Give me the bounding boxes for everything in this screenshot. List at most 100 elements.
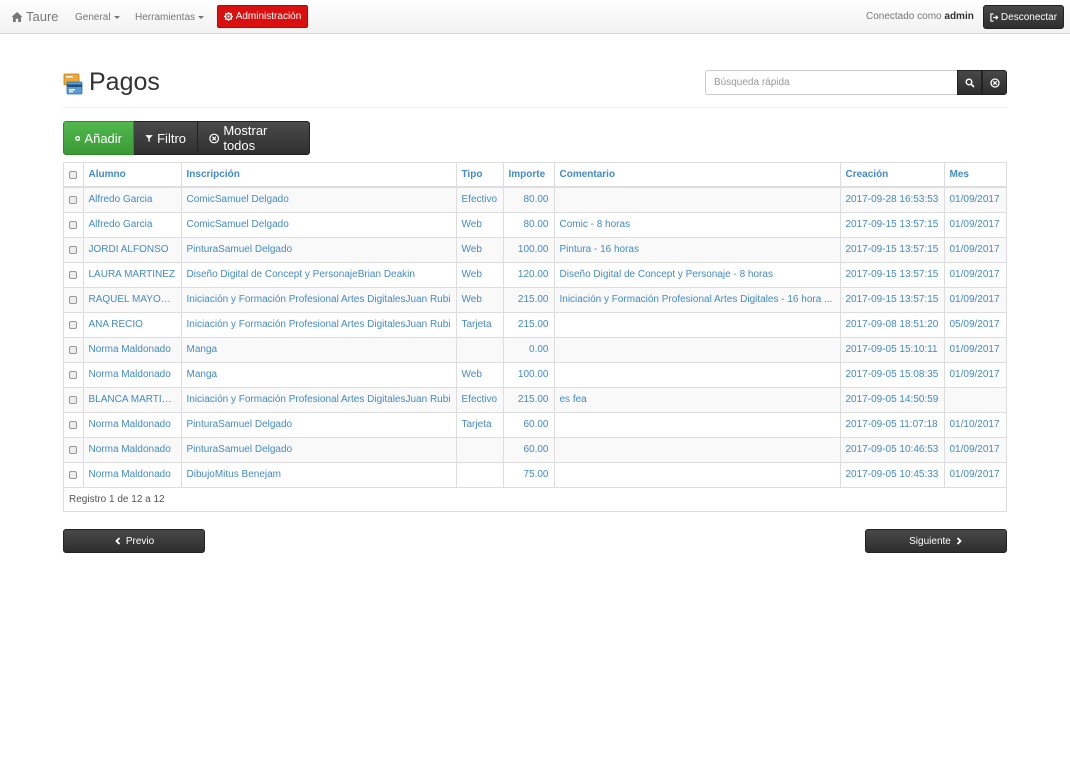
enrollment-cell[interactable]: PinturaSamuel Delgado bbox=[181, 237, 457, 263]
row-checkbox[interactable] bbox=[69, 445, 78, 454]
select-all-cell[interactable] bbox=[64, 163, 84, 188]
student-cell[interactable]: ANA RECIO bbox=[83, 312, 182, 338]
amount-cell[interactable]: 80.00 bbox=[503, 212, 555, 238]
row-select-cell[interactable] bbox=[64, 212, 84, 238]
filter-button[interactable]: Filtro bbox=[134, 121, 198, 155]
enrollment-cell[interactable]: Iniciación y Formación Profesional Artes… bbox=[181, 387, 457, 413]
enrollment-cell[interactable]: DibujoMitus Benejam bbox=[181, 462, 457, 488]
row-select-cell[interactable] bbox=[64, 187, 84, 213]
month-cell[interactable]: 01/09/2017 bbox=[944, 287, 1006, 313]
month-cell[interactable]: 01/09/2017 bbox=[944, 462, 1006, 488]
type-cell[interactable]: Web bbox=[456, 287, 504, 313]
amount-cell[interactable]: 100.00 bbox=[503, 237, 555, 263]
table-row[interactable]: Norma Maldonado PinturaSamuel Delgado Tarj… bbox=[64, 412, 1006, 438]
student-cell[interactable]: Alfredo Garcia bbox=[83, 187, 182, 213]
comment-cell[interactable] bbox=[554, 362, 841, 388]
table-row[interactable]: BLANCA MARTINEZ Iniciación y Formación Pr… bbox=[64, 387, 1006, 413]
amount-cell[interactable]: 215.00 bbox=[503, 387, 555, 413]
student-cell[interactable]: JORDI ALFONSO bbox=[83, 237, 182, 263]
enrollment-cell[interactable]: PinturaSamuel Delgado bbox=[181, 412, 457, 438]
enrollment-cell[interactable]: Diseño Digital de Concept y PersonajeBri… bbox=[181, 262, 457, 288]
created-cell[interactable]: 2017-09-05 10:46:53 bbox=[840, 437, 945, 463]
enrollment-cell[interactable]: PinturaSamuel Delgado bbox=[181, 437, 457, 463]
column-header[interactable]: Alumno bbox=[83, 163, 182, 188]
row-select-cell[interactable] bbox=[64, 437, 84, 463]
created-cell[interactable]: 2017-09-15 13:57:15 bbox=[840, 262, 945, 288]
amount-cell[interactable]: 80.00 bbox=[503, 187, 555, 213]
row-checkbox[interactable] bbox=[69, 345, 78, 354]
month-cell[interactable] bbox=[944, 387, 1006, 413]
brand-link[interactable]: Taure bbox=[11, 9, 59, 24]
row-checkbox[interactable] bbox=[69, 270, 78, 279]
created-cell[interactable]: 2017-09-15 13:57:15 bbox=[840, 212, 945, 238]
menu-tools[interactable]: Herramientas bbox=[135, 12, 205, 23]
row-select-cell[interactable] bbox=[64, 237, 84, 263]
table-row[interactable]: RAQUEL MAYORGA Iniciación y Formación Pro… bbox=[64, 287, 1006, 313]
row-checkbox[interactable] bbox=[69, 195, 78, 204]
column-header[interactable]: Mes bbox=[944, 163, 1006, 188]
row-select-cell[interactable] bbox=[64, 262, 84, 288]
row-select-cell[interactable] bbox=[64, 337, 84, 363]
created-cell[interactable]: 2017-09-05 11:07:18 bbox=[840, 412, 945, 438]
type-cell[interactable]: Web bbox=[456, 212, 504, 238]
amount-cell[interactable]: 60.00 bbox=[503, 437, 555, 463]
type-cell[interactable]: Web bbox=[456, 262, 504, 288]
row-checkbox[interactable] bbox=[69, 370, 78, 379]
amount-cell[interactable]: 100.00 bbox=[503, 362, 555, 388]
search-button[interactable] bbox=[957, 70, 982, 95]
comment-cell[interactable] bbox=[554, 462, 841, 488]
comment-cell[interactable]: Diseño Digital de Concept y Personaje - … bbox=[554, 262, 841, 288]
created-cell[interactable]: 2017-09-15 13:57:15 bbox=[840, 237, 945, 263]
amount-cell[interactable]: 120.00 bbox=[503, 262, 555, 288]
student-cell[interactable]: Norma Maldonado bbox=[83, 337, 182, 363]
row-checkbox[interactable] bbox=[69, 320, 78, 329]
created-cell[interactable]: 2017-09-05 15:10:11 bbox=[840, 337, 945, 363]
type-cell[interactable] bbox=[456, 337, 504, 363]
row-checkbox[interactable] bbox=[69, 220, 78, 229]
type-cell[interactable] bbox=[456, 437, 504, 463]
table-row[interactable]: Alfredo Garcia ComicSamuel Delgado Efectiv… bbox=[64, 187, 1006, 213]
comment-cell[interactable]: es fea bbox=[554, 387, 841, 413]
month-cell[interactable]: 05/09/2017 bbox=[944, 312, 1006, 338]
comment-cell[interactable]: Pintura - 16 horas bbox=[554, 237, 841, 263]
row-select-cell[interactable] bbox=[64, 362, 84, 388]
clear-search-button[interactable] bbox=[982, 70, 1007, 95]
student-cell[interactable]: BLANCA MARTINEZ bbox=[83, 387, 182, 413]
previous-page-button[interactable]: Previo bbox=[63, 529, 205, 553]
row-select-cell[interactable] bbox=[64, 287, 84, 313]
type-cell[interactable] bbox=[456, 462, 504, 488]
logout-button[interactable]: Desconectar bbox=[983, 5, 1064, 29]
row-checkbox[interactable] bbox=[69, 245, 78, 254]
student-cell[interactable]: Norma Maldonado bbox=[83, 462, 182, 488]
amount-cell[interactable]: 75.00 bbox=[503, 462, 555, 488]
month-cell[interactable]: 01/09/2017 bbox=[944, 362, 1006, 388]
column-header[interactable]: Creación bbox=[840, 163, 945, 188]
select-all-checkbox[interactable] bbox=[69, 170, 78, 179]
month-cell[interactable]: 01/09/2017 bbox=[944, 437, 1006, 463]
menu-general[interactable]: General bbox=[75, 12, 120, 23]
comment-cell[interactable] bbox=[554, 187, 841, 213]
student-cell[interactable]: Norma Maldonado bbox=[83, 412, 182, 438]
created-cell[interactable]: 2017-09-08 18:51:20 bbox=[840, 312, 945, 338]
add-button[interactable]: Añadir bbox=[63, 121, 134, 155]
enrollment-cell[interactable]: Iniciación y Formación Profesional Artes… bbox=[181, 287, 457, 313]
month-cell[interactable]: 01/09/2017 bbox=[944, 237, 1006, 263]
student-cell[interactable]: Norma Maldonado bbox=[83, 437, 182, 463]
created-cell[interactable]: 2017-09-28 16:53:53 bbox=[840, 187, 945, 213]
student-cell[interactable]: LAURA MARTINEZ bbox=[83, 262, 182, 288]
table-row[interactable]: Norma Maldonado Manga 0.00 2017-09-05 15:10… bbox=[64, 337, 1006, 363]
row-checkbox[interactable] bbox=[69, 420, 78, 429]
comment-cell[interactable] bbox=[554, 337, 841, 363]
column-header[interactable]: Inscripción bbox=[181, 163, 457, 188]
comment-cell[interactable] bbox=[554, 437, 841, 463]
student-cell[interactable]: Alfredo Garcia bbox=[83, 212, 182, 238]
type-cell[interactable]: Web bbox=[456, 362, 504, 388]
created-cell[interactable]: 2017-09-15 13:57:15 bbox=[840, 287, 945, 313]
row-select-cell[interactable] bbox=[64, 462, 84, 488]
column-header[interactable]: Tipo bbox=[456, 163, 504, 188]
row-select-cell[interactable] bbox=[64, 387, 84, 413]
month-cell[interactable]: 01/09/2017 bbox=[944, 187, 1006, 213]
table-row[interactable]: Norma Maldonado PinturaSamuel Delgado 60.0… bbox=[64, 437, 1006, 463]
quick-search-input[interactable] bbox=[705, 70, 958, 95]
created-cell[interactable]: 2017-09-05 10:45:33 bbox=[840, 462, 945, 488]
